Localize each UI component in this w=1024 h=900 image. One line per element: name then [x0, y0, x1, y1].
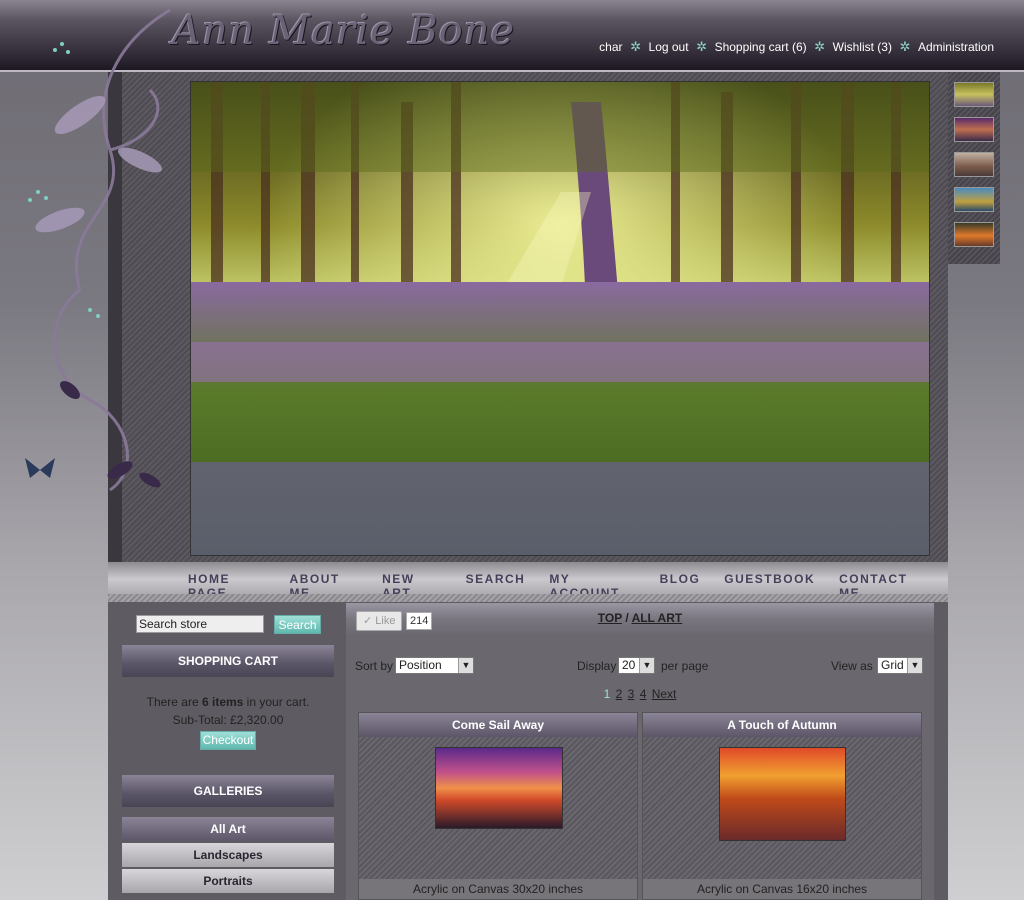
sidebar: Search store Search SHOPPING CART There … — [122, 603, 334, 900]
username-link[interactable]: char — [599, 40, 622, 54]
chevron-down-icon: ▼ — [458, 658, 473, 673]
main-navigation: HOME PAGE ABOUT ME NEW ART SEARCH MY ACC… — [108, 562, 948, 600]
per-page-label: per page — [661, 659, 709, 673]
shopping-cart-link[interactable]: Shopping cart (6) — [715, 40, 807, 54]
check-icon: ✓ — [363, 615, 373, 627]
display-label: Display — [577, 659, 617, 673]
cart-text-pre: There are — [146, 695, 202, 709]
like-count: 214 — [406, 612, 433, 630]
chevron-down-icon: ▼ — [907, 658, 922, 673]
display-value: 20 — [622, 658, 636, 672]
hero-painting[interactable] — [190, 81, 930, 556]
page-3[interactable]: 3 — [628, 687, 635, 701]
product-card[interactable]: Come Sail Away Acrylic on Canvas 30x20 i… — [358, 712, 638, 900]
product-title[interactable]: Come Sail Away — [359, 713, 637, 737]
product-description: Acrylic on Canvas 30x20 inches — [359, 879, 637, 899]
top-links: char ✲ Log out ✲ Shopping cart (6) ✲ Wis… — [599, 39, 994, 55]
search-button[interactable]: Search — [274, 615, 321, 634]
nav-divider — [108, 594, 948, 602]
product-title[interactable]: A Touch of Autumn — [643, 713, 921, 737]
sort-value: Position — [399, 658, 442, 672]
thumbnail-4[interactable] — [954, 187, 994, 212]
listing-toolbar: Sort by Position ▼ Display 20 ▼ per page… — [346, 653, 934, 679]
checkout-button[interactable]: Checkout — [200, 731, 256, 750]
product-image[interactable] — [719, 747, 846, 841]
like-label: Like — [375, 615, 396, 627]
like-button[interactable]: ✓ Like — [356, 611, 403, 631]
site-header: Ann Marie Bone char ✲ Log out ✲ Shopping… — [0, 0, 1024, 72]
star-icon: ✲ — [814, 39, 826, 54]
administration-link[interactable]: Administration — [918, 40, 994, 54]
page-1[interactable]: 1 — [604, 687, 611, 701]
cart-subtotal: Sub-Total: £2,320.00 — [172, 713, 284, 727]
gallery-portraits[interactable]: Portraits — [122, 869, 334, 893]
page-4[interactable]: 4 — [640, 687, 647, 701]
thumbnail-5[interactable] — [954, 222, 994, 247]
sort-label: Sort by — [355, 659, 394, 673]
view-label: View as — [831, 659, 873, 673]
product-image[interactable] — [435, 747, 563, 829]
gallery-landscapes[interactable]: Landscapes — [122, 843, 334, 867]
page-next[interactable]: Next — [652, 687, 677, 701]
pagination: 1 2 3 4 Next — [346, 687, 934, 701]
galleries-heading: GALLERIES — [122, 775, 334, 807]
breadcrumb-separator: / — [625, 611, 629, 625]
display-select[interactable]: 20 ▼ — [618, 657, 655, 674]
product-description: Acrylic on Canvas 16x20 inches — [643, 879, 921, 899]
breadcrumb-top[interactable]: TOP — [598, 611, 622, 625]
view-select[interactable]: Grid ▼ — [877, 657, 923, 674]
product-card[interactable]: A Touch of Autumn Acrylic on Canvas 16x2… — [642, 712, 922, 900]
thumbnail-strip — [948, 72, 1000, 264]
cart-summary: There are 6 items in your cart. Sub-Tota… — [122, 677, 334, 773]
sort-select[interactable]: Position ▼ — [395, 657, 474, 674]
page-2[interactable]: 2 — [616, 687, 623, 701]
cart-text-post: in your cart. — [243, 695, 310, 709]
wishlist-link[interactable]: Wishlist (3) — [833, 40, 892, 54]
view-value: Grid — [881, 658, 904, 672]
cart-items-count: 6 items — [201, 695, 244, 709]
search-input[interactable]: Search store — [136, 615, 264, 633]
star-icon: ✲ — [696, 39, 708, 54]
breadcrumb-bar: TOP / ALL ART ✓ Like 214 — [346, 603, 934, 635]
thumbnail-3[interactable] — [954, 152, 994, 177]
logout-link[interactable]: Log out — [649, 40, 689, 54]
breadcrumb: TOP / ALL ART — [346, 611, 934, 625]
star-icon: ✲ — [630, 39, 641, 54]
breadcrumb-all-art[interactable]: ALL ART — [632, 611, 683, 625]
frame-left-strip — [108, 72, 122, 562]
star-icon: ✲ — [899, 39, 911, 54]
content-area: TOP / ALL ART ✓ Like 214 Sort by Positio… — [346, 603, 934, 900]
thumbnail-1[interactable] — [954, 82, 994, 107]
shopping-cart-heading: SHOPPING CART — [122, 645, 334, 677]
thumbnail-2[interactable] — [954, 117, 994, 142]
cart-count-text: There are 6 items in your cart. — [122, 695, 334, 709]
gallery-all-art[interactable]: All Art — [122, 817, 334, 841]
site-logo[interactable]: Ann Marie Bone — [172, 8, 515, 54]
chevron-down-icon: ▼ — [639, 658, 654, 673]
